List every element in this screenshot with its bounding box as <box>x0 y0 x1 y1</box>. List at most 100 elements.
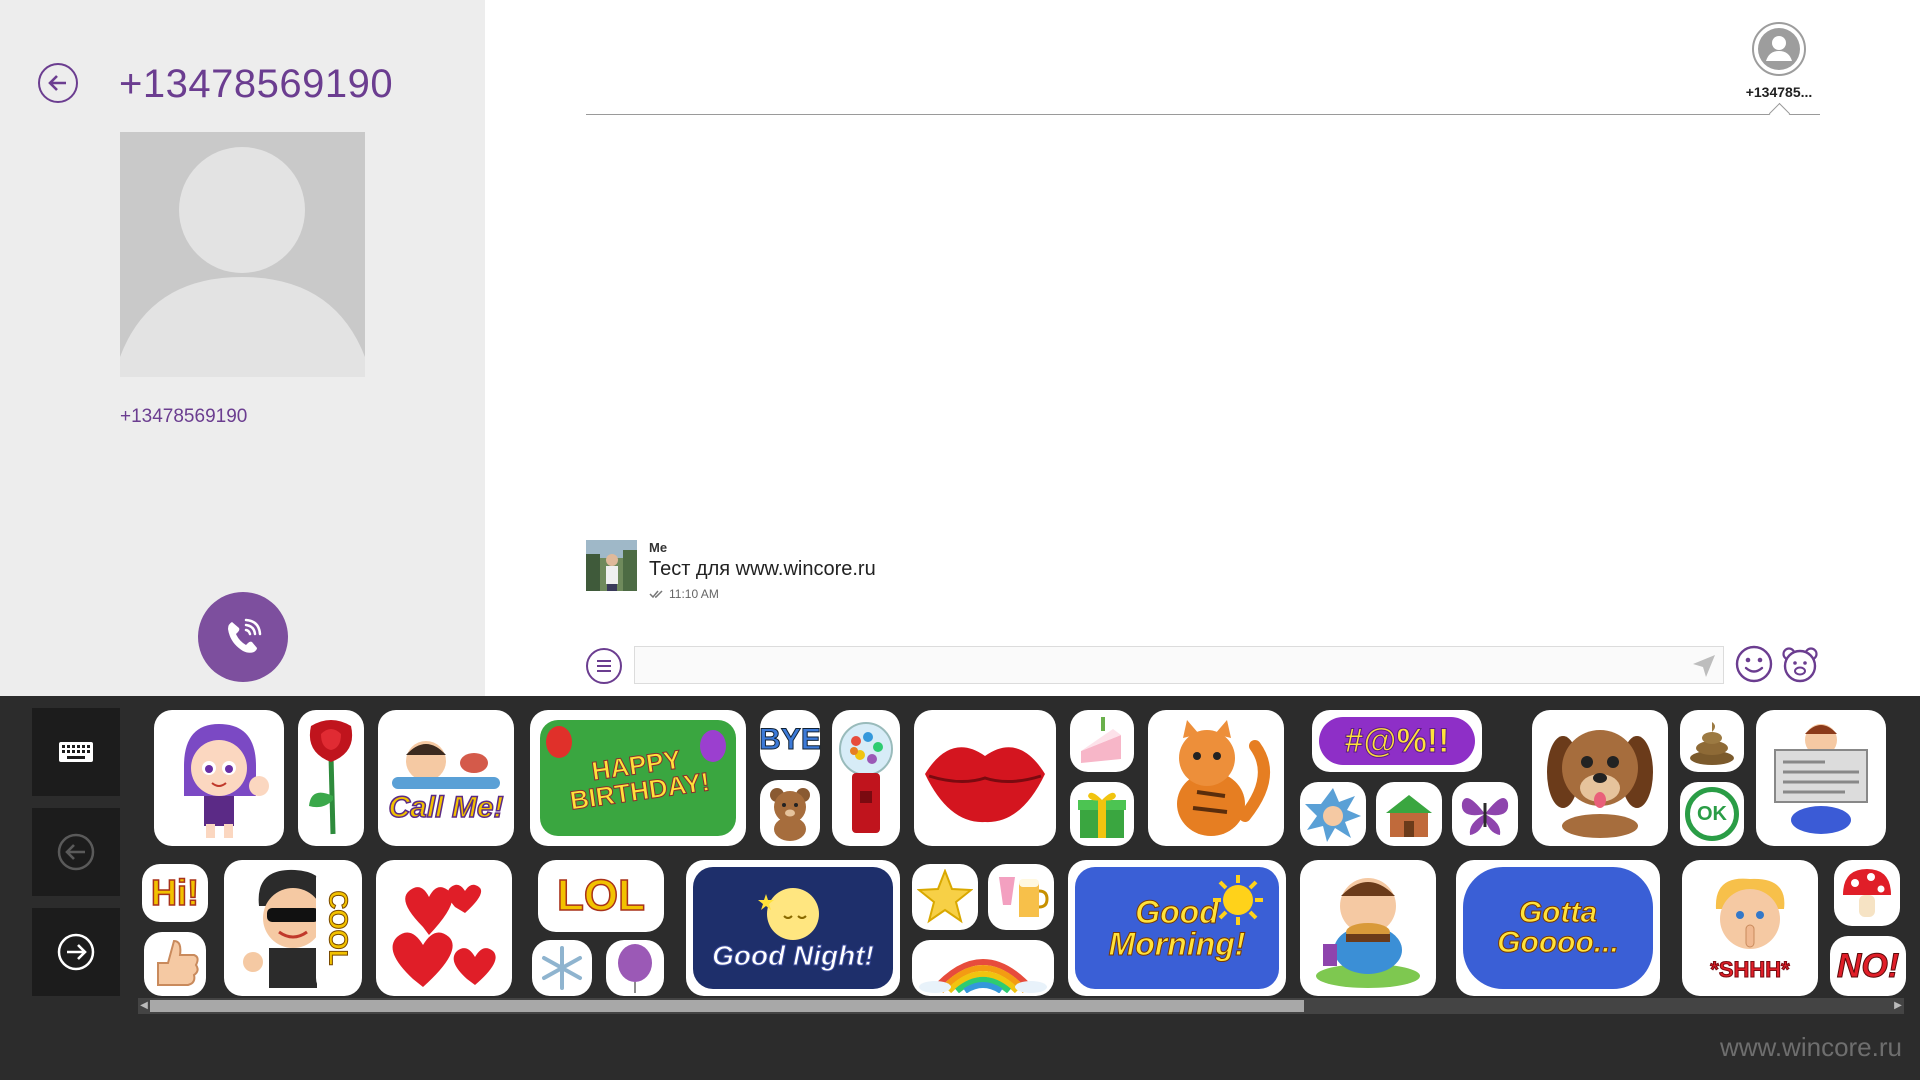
scroll-left-arrow[interactable]: ◀ <box>138 998 150 1014</box>
attach-menu-button[interactable] <box>586 648 622 684</box>
smiley-icon <box>1735 645 1773 683</box>
good-morning-badge: Good Morning! <box>1075 867 1279 989</box>
sticker-shh-boy[interactable]: *SHHH* <box>1682 860 1818 996</box>
sticker-cake[interactable] <box>1070 710 1134 772</box>
sticker-call-me-text: Call Me! <box>388 791 505 824</box>
sticker-call-me[interactable]: Call Me! <box>378 710 514 846</box>
good-night-badge: Good Night! <box>693 867 893 989</box>
snowflake-icon <box>542 946 582 990</box>
next-pack-button[interactable] <box>32 908 120 996</box>
sticker-grid: Call Me! HAPPY BIRTHDAY! BYE #@%!! OK Hi… <box>140 696 1920 1006</box>
birthday-badge: HAPPY BIRTHDAY! <box>540 720 736 836</box>
call-button[interactable] <box>198 592 288 682</box>
sticker-shh-text: *SHHH* <box>1710 957 1790 982</box>
boy-eating-burger-icon <box>1316 878 1420 988</box>
message-meta: 11:10 AM <box>649 587 719 601</box>
rose-icon <box>309 720 353 835</box>
sticker-gotta-go[interactable]: Gotta Goooo... <box>1456 860 1660 996</box>
phone-icon <box>228 618 262 653</box>
sticker-rainbow[interactable] <box>912 940 1054 996</box>
arrow-right-circle-icon <box>57 933 95 971</box>
sticker-cool[interactable]: COOL <box>316 860 362 996</box>
sticker-curse-text: #@%!! <box>1344 722 1450 760</box>
sticker-teddy[interactable] <box>760 780 820 846</box>
girl-waving-icon <box>184 724 269 838</box>
sticker-newspaper-man[interactable] <box>1756 710 1886 846</box>
sticker-puppy[interactable] <box>1532 710 1668 846</box>
sticker-rose[interactable] <box>298 710 364 846</box>
person-icon <box>1758 28 1800 70</box>
sticker-button[interactable] <box>1780 644 1820 684</box>
mushroom-icon <box>1843 869 1891 917</box>
send-button[interactable] <box>1690 652 1718 680</box>
sticker-curse[interactable]: #@%!! <box>1312 710 1482 772</box>
sticker-balloon[interactable] <box>606 940 664 996</box>
sticker-butterfly[interactable] <box>1452 782 1518 846</box>
sticker-ok[interactable]: OK <box>1680 782 1744 846</box>
fist-burst-icon <box>1305 788 1361 842</box>
gotta-go-badge: Gotta Goooo... <box>1463 867 1653 989</box>
emoji-button[interactable] <box>1734 644 1774 684</box>
previous-pack-button[interactable] <box>32 808 120 896</box>
sticker-gift[interactable] <box>1070 782 1134 846</box>
scroll-right-arrow[interactable]: ▶ <box>1892 998 1904 1014</box>
participant-badge[interactable]: +134785... <box>1736 20 1822 100</box>
sticker-star[interactable] <box>912 864 978 930</box>
watermark: www.wincore.ru <box>1719 1032 1902 1062</box>
boy-shushing-icon <box>1715 878 1785 949</box>
gift-box-icon <box>1078 792 1126 838</box>
sticker-bye-text: BYE <box>759 723 822 756</box>
teddy-bear-icon <box>770 788 810 841</box>
star-icon <box>917 869 973 924</box>
sticker-happy-birthday[interactable]: HAPPY BIRTHDAY! <box>530 710 746 846</box>
sun-icon <box>1213 875 1263 925</box>
sticker-gumball[interactable] <box>832 710 900 846</box>
back-button[interactable] <box>38 63 78 103</box>
sticker-bye[interactable]: BYE <box>759 710 822 770</box>
sticker-thumbs-up[interactable] <box>144 932 206 996</box>
cake-slice-icon <box>1081 717 1121 763</box>
sticker-drinks[interactable] <box>988 864 1054 930</box>
thumbs-up-icon <box>157 939 199 986</box>
sticker-poop[interactable] <box>1680 710 1744 772</box>
sticker-mushroom[interactable] <box>1834 860 1900 926</box>
sticker-birthday-text: HAPPY BIRTHDAY! <box>568 744 712 816</box>
person-placeholder-icon <box>120 147 365 377</box>
sticker-no[interactable]: NO! <box>1830 936 1906 996</box>
lips-icon <box>925 747 1045 823</box>
rainbow-icon <box>919 959 1047 993</box>
sticker-girl-wave[interactable] <box>154 710 284 846</box>
sticker-hearts[interactable] <box>376 860 512 996</box>
message-input[interactable] <box>634 646 1724 684</box>
sender-avatar <box>586 540 637 591</box>
message-sender: Me <box>649 540 668 555</box>
sticker-splat[interactable] <box>1300 782 1366 846</box>
sticker-snowflake[interactable] <box>532 940 592 996</box>
poop-icon <box>1690 722 1734 765</box>
contact-avatar <box>120 132 365 377</box>
house-icon <box>1386 795 1432 837</box>
sticker-good-morning[interactable]: Good Morning! <box>1068 860 1286 996</box>
balloon-purple <box>700 730 726 762</box>
sticker-tiger[interactable] <box>1148 710 1284 846</box>
sticker-kiss[interactable] <box>914 710 1056 846</box>
sticker-lol[interactable]: LOL <box>538 860 664 932</box>
contact-pane: +13478569190 +13478569190 <box>0 0 485 696</box>
sticker-house[interactable] <box>1376 782 1442 846</box>
sticker-gotta-text: Gotta Goooo... <box>1497 896 1620 959</box>
moon-icon <box>758 888 819 940</box>
sticker-no-text: NO! <box>1836 947 1900 985</box>
butterfly-icon <box>1461 797 1509 835</box>
keyboard-button[interactable] <box>32 708 120 796</box>
menu-icon <box>597 660 611 672</box>
ok-badge: OK <box>1685 787 1739 841</box>
man-reading-newspaper-icon <box>1774 724 1868 834</box>
sticker-good-night[interactable]: Good Night! <box>686 860 900 996</box>
message-text: Тест для www.wincore.ru <box>649 558 876 580</box>
message-time: 11:10 AM <box>669 587 719 601</box>
sticker-hi[interactable]: Hi! <box>142 864 208 922</box>
scroll-thumb[interactable] <box>150 1000 1304 1012</box>
sticker-burger-boy[interactable] <box>1300 860 1436 996</box>
balloon-icon <box>618 944 652 993</box>
sticker-scrollbar[interactable]: ◀ ▶ <box>138 998 1904 1014</box>
